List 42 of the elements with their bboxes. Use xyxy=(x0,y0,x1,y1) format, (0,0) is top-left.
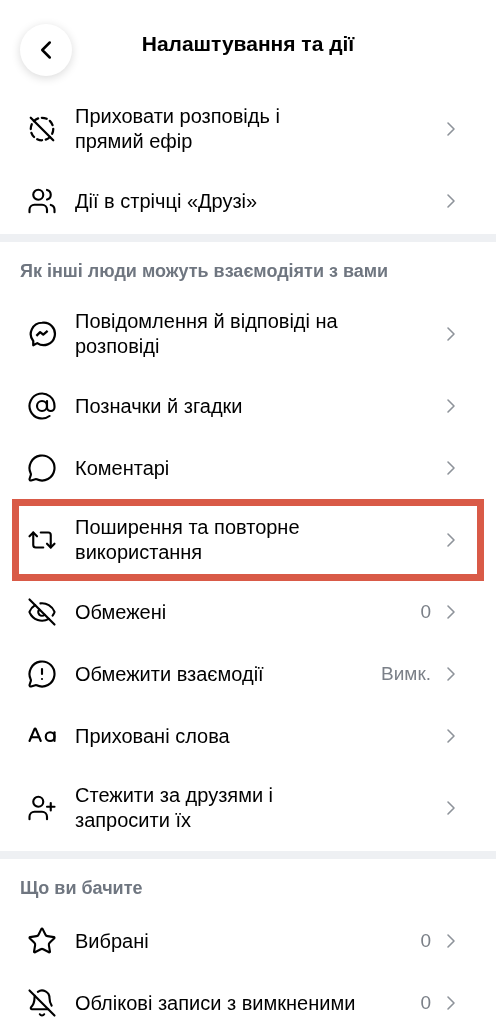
section-heading: Як інші люди можуть взаємодіяти з вами xyxy=(20,261,389,281)
settings-item[interactable]: Дії в стрічці «Друзі» xyxy=(12,170,484,232)
settings-item[interactable]: Облікові записи з вимкненими 0 xyxy=(12,972,484,1024)
item-label: Позначки й згадки xyxy=(75,393,244,419)
item-value: 0 xyxy=(420,990,431,1015)
settings-item[interactable]: Приховати розповідь і прямий ефір xyxy=(12,88,484,170)
item-label: Облікові записи з вимкненими xyxy=(75,990,357,1016)
item-label: Приховані слова xyxy=(75,723,231,749)
muted-bell-icon xyxy=(27,988,57,1018)
settings-item[interactable]: Обмежити взаємодії Вимк. xyxy=(12,643,484,705)
item-label: Вибрані xyxy=(75,928,150,954)
star-icon xyxy=(27,926,57,956)
people-icon xyxy=(27,186,57,216)
warning-bubble-icon xyxy=(27,659,57,689)
settings-item[interactable]: Повідомлення й відповіді на розповіді xyxy=(12,293,484,375)
settings-item[interactable]: Позначки й згадки xyxy=(12,375,484,437)
hidden-story-icon xyxy=(27,114,57,144)
settings-item[interactable]: Коментарі xyxy=(12,437,484,499)
item-label: Повідомлення й відповіді на розповіді xyxy=(75,309,339,359)
item-label: Обмежені xyxy=(75,599,168,625)
item-value: 0 xyxy=(420,928,431,953)
item-value: Вимк. xyxy=(381,661,431,686)
settings-item[interactable]: Стежити за друзями і запросити їх xyxy=(12,767,484,849)
section-heading: Що ви бачите xyxy=(20,878,143,898)
at-sign-icon xyxy=(27,391,57,421)
item-value: 0 xyxy=(420,599,431,624)
item-label: Коментарі xyxy=(75,455,171,481)
settings-item[interactable]: Обмежені 0 xyxy=(12,581,484,643)
settings-item[interactable]: Вибрані 0 xyxy=(12,910,484,972)
chat-bolt-icon xyxy=(27,319,57,349)
add-person-icon xyxy=(27,793,57,823)
settings-item[interactable]: Поширення та повторне використання xyxy=(12,499,484,581)
item-label: Обмежити взаємодії xyxy=(75,661,265,687)
item-label: Приховати розповідь і прямий ефір xyxy=(75,104,281,154)
restricted-icon xyxy=(27,597,57,627)
settings-item[interactable]: Приховані слова xyxy=(12,705,484,767)
item-label: Поширення та повторне використання xyxy=(75,515,301,565)
item-label: Дії в стрічці «Друзі» xyxy=(75,188,259,214)
page-title: Налаштування та дії xyxy=(141,31,355,58)
comment-icon xyxy=(27,453,57,483)
back-button[interactable] xyxy=(20,24,72,76)
item-label: Стежити за друзями і запросити їх xyxy=(75,783,275,833)
